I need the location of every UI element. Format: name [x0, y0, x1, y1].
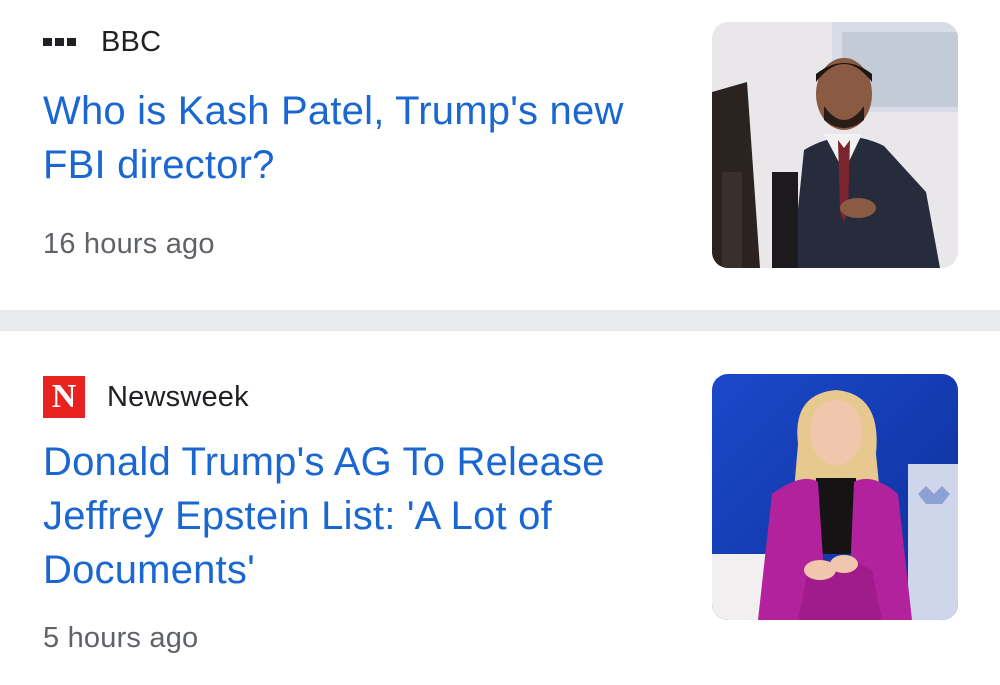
- card-divider: [0, 310, 1000, 331]
- headline-link[interactable]: Who is Kash Patel, Trump's new FBI direc…: [43, 84, 624, 192]
- news-card-bbc[interactable]: BBC Who is Kash Patel, Trump's new FBI d…: [0, 0, 1000, 310]
- source-name: Newsweek: [107, 380, 249, 413]
- news-card-newsweek[interactable]: N Newsweek Donald Trump's AG To Release …: [0, 331, 1000, 685]
- timestamp: 16 hours ago: [43, 228, 215, 260]
- headline-line: Donald Trump's AG To Release: [43, 440, 605, 484]
- headline-link[interactable]: Donald Trump's AG To Release Jeffrey Eps…: [43, 435, 605, 597]
- newsweek-logo-icon: N: [43, 376, 85, 418]
- bbc-logo-icon: [43, 24, 79, 60]
- headline-line: Documents': [43, 548, 255, 592]
- man-in-suit-photo: [712, 22, 958, 268]
- woman-in-magenta-suit-photo: [712, 374, 958, 620]
- source-name: BBC: [101, 25, 162, 58]
- timestamp: 5 hours ago: [43, 622, 199, 654]
- source-row: N Newsweek: [43, 376, 249, 418]
- source-row: BBC: [43, 24, 161, 60]
- headline-line: FBI director?: [43, 143, 275, 187]
- headline-line: Jeffrey Epstein List: 'A Lot of: [43, 494, 552, 538]
- thumbnail-image[interactable]: [712, 22, 958, 268]
- thumbnail-image[interactable]: [712, 374, 958, 620]
- headline-line: Who is Kash Patel, Trump's new: [43, 89, 624, 133]
